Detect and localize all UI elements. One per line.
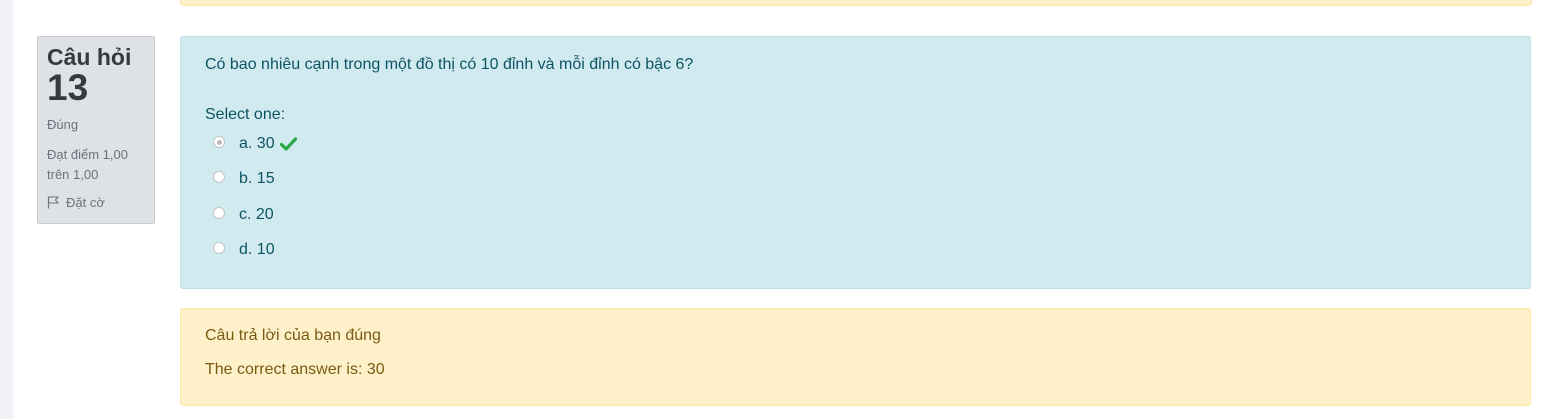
answer-radio-a[interactable] — [213, 136, 225, 148]
answer-label-a: a. 30 — [239, 135, 275, 152]
flag-icon — [47, 196, 59, 209]
answer-option-c[interactable]: c. 20 — [213, 204, 274, 226]
question-number: 13 — [47, 67, 89, 108]
question-text: Có bao nhiêu cạnh trong một đồ thị có 10… — [205, 56, 694, 73]
flag-label: Đặt cờ — [66, 195, 105, 210]
answer-label-c: c. 20 — [239, 206, 274, 223]
answer-feedback: Câu trả lời của bạn đúng The correct ans… — [180, 308, 1531, 406]
question-state: Đúng — [47, 117, 79, 132]
answer-radio-c[interactable] — [213, 207, 225, 219]
answer-prompt: Select one: — [205, 106, 286, 123]
right-answer: The correct answer is: 30 — [205, 361, 385, 378]
flag-question-button[interactable]: Đặt cờ — [47, 195, 105, 210]
answer-radio-d[interactable] — [213, 242, 225, 254]
answer-label-d: d. 10 — [239, 241, 275, 258]
check-icon — [279, 137, 297, 151]
answer-label-b: b. 15 — [239, 170, 275, 187]
question-info: Câu hỏi 13 Đúng Đạt điểm 1,00 trên 1,00 … — [37, 36, 155, 224]
answer-option-d[interactable]: d. 10 — [213, 239, 275, 261]
question-formulation: Có bao nhiêu cạnh trong một đồ thị có 10… — [180, 36, 1531, 289]
answer-option-a[interactable]: a. 30 — [213, 133, 297, 155]
quiz-page: Câu hỏi 13 Đúng Đạt điểm 1,00 trên 1,00 … — [13, 0, 1560, 419]
specific-feedback: Câu trả lời của bạn đúng — [205, 327, 381, 344]
question-grade: Đạt điểm 1,00 trên 1,00 — [47, 147, 128, 182]
answer-radio-b[interactable] — [213, 171, 225, 183]
previous-question-feedback — [180, 0, 1532, 6]
answer-option-b[interactable]: b. 15 — [213, 168, 275, 190]
